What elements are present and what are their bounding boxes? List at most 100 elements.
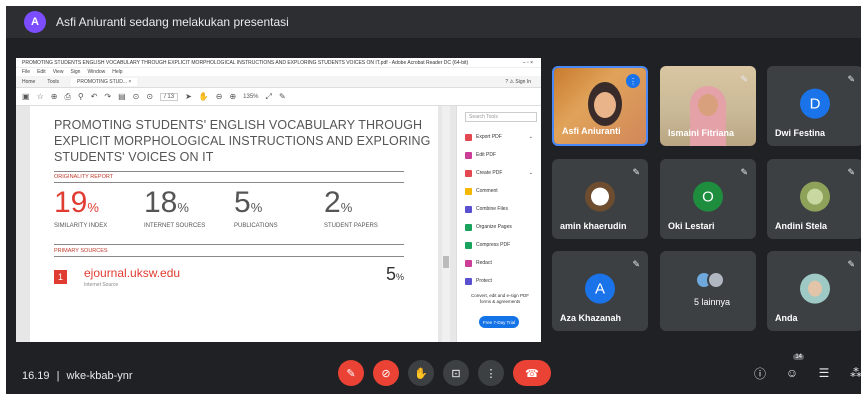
participant-tile-ismaini[interactable]: ✎ Ismaini Fitriana [660, 66, 756, 146]
activities-button[interactable]: ⁂ [846, 360, 861, 386]
tool-icon [465, 169, 472, 177]
stat-value: 19 [54, 186, 88, 219]
end-call-button[interactable]: ☎ [513, 360, 551, 386]
avatar [800, 273, 830, 304]
tabs-right: ? ⚠ Sign In [505, 78, 531, 85]
activities-icon: ⁂ [850, 366, 861, 380]
source-name: ejournal.uksw.edu [84, 266, 181, 280]
acrobat-menu-item: Window [87, 69, 106, 75]
tool-icon [465, 187, 472, 195]
acrobat-title-bar: PROMOTING STUDENTS ENGLISH VOCABULARY TH… [16, 58, 541, 68]
acrobat-window-title: PROMOTING STUDENTS ENGLISH VOCABULARY TH… [22, 60, 469, 66]
bottom-bar: 16.19 | wke-kbab-ynr ✎ ⊘ ✋ ⊡ ⋮ ☎ ⓘ ☺ 14 ☰… [6, 354, 861, 394]
tab-document: PROMOTING STUD... × [71, 77, 138, 86]
star-icon: ☆ [36, 92, 44, 101]
tool-icon [465, 241, 472, 249]
presenting-banner: A Asfi Aniuranti sedang melakukan presen… [6, 6, 861, 38]
mic-off-icon: ✎ [740, 74, 748, 84]
people-button[interactable]: ☺ 14 [782, 354, 804, 386]
raise-hand-icon: ✋ [414, 367, 428, 380]
camera-off-icon: ⊘ [381, 367, 391, 380]
participant-tile-others[interactable]: 5 lainnya [660, 251, 756, 331]
tools-search: Search Tools [465, 112, 537, 122]
acrobat-tool-item: Redact [457, 254, 541, 272]
meeting-details-button[interactable]: ⓘ [750, 360, 770, 386]
tool-label: Organize Pages [476, 224, 512, 230]
participant-tile-andini[interactable]: ✎ Andini Stela [767, 159, 861, 239]
person-face [698, 94, 718, 116]
participant-tile-dwi[interactable]: D ✎ Dwi Festina [767, 66, 861, 146]
presenter-avatar: A [24, 11, 46, 33]
save-icon: ▣ [22, 92, 30, 101]
participant-tile-amin[interactable]: ✎ amin khaerudin [552, 159, 648, 239]
stat-label: PUBLICATIONS [234, 223, 278, 229]
separator: | [56, 370, 60, 382]
acrobat-tool-item: Export PDF ⌄ [457, 128, 541, 146]
source-type: Internet Source [84, 282, 119, 288]
speaking-indicator-icon: ⋮ [626, 74, 640, 88]
annotate-icon: ✎ [278, 92, 286, 101]
tool-label: Edit PDF [476, 152, 497, 158]
chevron-down-icon: ⌄ [528, 170, 533, 176]
stat-student-papers: 2% STUDENT PAPERS [324, 186, 378, 229]
chevron-down-icon: ⌄ [528, 134, 533, 140]
tool-icon [465, 259, 472, 267]
present-button[interactable]: ⊡ [443, 360, 469, 386]
avatar: A [585, 273, 615, 304]
stat-similarity: 19% SIMILARITY INDEX [54, 186, 107, 229]
zoom-level: 135% [243, 93, 259, 100]
info-icon: ⓘ [753, 366, 766, 381]
meeting-code: wke-kbab-ynr [66, 370, 133, 382]
stat-publications: 5% PUBLICATIONS [234, 186, 278, 229]
participant-tile-asfi[interactable]: ⋮ Asfi Aniuranti [552, 66, 648, 146]
participant-name: Andini Stela [775, 221, 828, 231]
raise-hand-button[interactable]: ✋ [408, 360, 434, 386]
participant-name: Oki Lestari [668, 221, 715, 231]
zoom-out-icon: ⊖ [215, 92, 223, 101]
chat-button[interactable]: ☰ [814, 360, 834, 386]
meet-window: A Asfi Aniuranti sedang melakukan presen… [6, 6, 861, 394]
participant-name: Ismaini Fitriana [668, 128, 735, 138]
source-rank: 1 [54, 270, 67, 284]
window-controls: – ▫ × [522, 60, 533, 66]
mic-toggle-button[interactable]: ✎ [338, 360, 364, 386]
more-options-button[interactable]: ⋮ [478, 360, 504, 386]
current-time: 16.19 [22, 370, 50, 382]
participant-name: Dwi Festina [775, 128, 826, 138]
participant-name: amin khaerudin [560, 221, 627, 231]
originality-label: ORIGINALITY REPORT [54, 174, 114, 180]
page-indicator: / 13 [160, 92, 179, 101]
print-icon: ⎙ [64, 91, 71, 101]
acrobat-tool-item: Organize Pages [457, 218, 541, 236]
source-percent: 5% [386, 264, 404, 285]
cursor-icon: ➤ [185, 92, 192, 101]
tool-label: Redact [476, 260, 492, 266]
redo-icon: ↷ [104, 92, 112, 101]
participant-tile-aza[interactable]: A ✎ Aza Khazanah [552, 251, 648, 331]
acrobat-toolbar: ▣ ☆ ⊕ ⎙ ⚲ ↶ ↷ ▤ ⊙ ⊙ / 13 ➤ ✋ ⊖ ⊕ 135% ⤢ … [16, 88, 541, 106]
acrobat-tool-item: Compress PDF [457, 236, 541, 254]
acrobat-tool-item: Edit PDF [457, 146, 541, 164]
camera-toggle-button[interactable]: ⊘ [373, 360, 399, 386]
mic-off-icon: ✎ [847, 259, 855, 269]
participant-name: Aza Khazanah [560, 313, 622, 323]
tool-icon [465, 277, 472, 285]
acrobat-tool-item: Protect [457, 272, 541, 290]
tool-label: Combine Files [476, 206, 508, 212]
mic-off-icon: ✎ [740, 167, 748, 177]
tab-home: Home [22, 78, 36, 85]
participant-tile-self[interactable]: ✎ Anda [767, 251, 861, 331]
mic-off-icon: ✎ [632, 167, 640, 177]
avatar [585, 181, 615, 212]
participant-tile-oki[interactable]: O ✎ Oki Lestari [660, 159, 756, 239]
avatar [800, 181, 830, 212]
divider [54, 182, 404, 183]
acrobat-menu-bar: File Edit View Sign Window Help [16, 68, 541, 76]
mic-off-icon: ✎ [632, 259, 640, 269]
participant-name: Asfi Aniuranti [562, 126, 621, 136]
stat-value: 18 [144, 186, 178, 219]
tool-icon [465, 205, 472, 213]
stat-unit: % [340, 200, 353, 215]
more-icon: ⋮ [485, 367, 497, 380]
upload-icon: ⊕ [50, 92, 58, 101]
